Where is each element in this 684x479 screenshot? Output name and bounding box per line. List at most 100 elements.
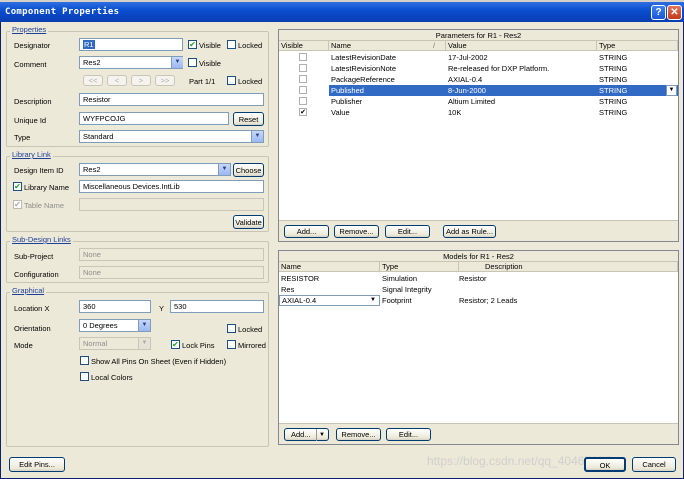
- param-visible-checkbox[interactable]: [299, 53, 307, 61]
- param-name: LatestRevisionDate: [331, 53, 397, 62]
- type-label: Type: [14, 133, 31, 142]
- comment-dropdown-icon[interactable]: ▼: [171, 57, 183, 68]
- sort-indicator-icon: /: [433, 41, 436, 50]
- comment-visible-label: Visible: [199, 59, 221, 68]
- model-col-description[interactable]: Description: [459, 262, 678, 272]
- graphical-section-title: Graphical: [10, 286, 47, 295]
- param-visible-checkbox[interactable]: [299, 64, 307, 72]
- library-link-section-title: Library Link: [10, 150, 53, 159]
- chevron-down-icon[interactable]: ▼: [316, 429, 325, 441]
- library-name-input[interactable]: Miscellaneous Devices.IntLib: [79, 180, 264, 193]
- designator-input[interactable]: R1: [79, 38, 183, 51]
- next-part-button[interactable]: >: [131, 75, 151, 86]
- comment-label: Comment: [14, 60, 47, 69]
- param-col-type[interactable]: Type: [597, 41, 678, 51]
- part-locked-label: Locked: [238, 77, 263, 86]
- design-item-dropdown-icon[interactable]: ▼: [218, 164, 230, 175]
- param-visible-checkbox[interactable]: [299, 86, 307, 94]
- designator-label: Designator: [14, 41, 51, 50]
- mode-dropdown-icon[interactable]: ▼: [138, 338, 150, 349]
- table-row[interactable]: AXIAL-0.4 ▼ Footprint Resistor; 2 Leads: [279, 295, 678, 306]
- table-row[interactable]: LatestRevisionDate 17-Jul-2002 STRING: [279, 52, 678, 63]
- unique-id-input[interactable]: WYFPCOJG: [79, 112, 229, 125]
- table-name-input[interactable]: [79, 198, 264, 211]
- designator-locked-checkbox[interactable]: [227, 40, 236, 49]
- model-col-type[interactable]: Type: [380, 262, 459, 272]
- param-remove-button[interactable]: Remove...: [334, 225, 379, 238]
- model-name-combo[interactable]: AXIAL-0.4 ▼: [279, 295, 380, 306]
- model-col-name[interactable]: Name: [279, 262, 380, 272]
- first-part-button[interactable]: <<: [83, 75, 103, 86]
- validate-button[interactable]: Validate: [233, 215, 264, 229]
- table-name-checkbox[interactable]: ✔: [13, 200, 22, 209]
- model-type: Signal Integrity: [382, 285, 432, 294]
- design-item-id-combo[interactable]: Res2: [79, 163, 231, 176]
- ok-button[interactable]: OK: [584, 457, 626, 472]
- description-input[interactable]: Resistor: [79, 93, 264, 106]
- models-panel: Models for R1 - Res2 Name Type ▽ Descrip…: [278, 250, 679, 445]
- param-edit-button[interactable]: Edit...: [385, 225, 430, 238]
- param-col-visible[interactable]: Visible: [279, 41, 329, 51]
- choose-button[interactable]: Choose: [233, 163, 264, 177]
- param-col-value[interactable]: Value: [446, 41, 597, 51]
- sub-project-input[interactable]: None: [79, 248, 264, 261]
- type-combo[interactable]: Standard: [79, 130, 264, 143]
- param-visible-checkbox[interactable]: [299, 75, 307, 83]
- designator-visible-checkbox[interactable]: ✔: [188, 40, 197, 49]
- library-name-checkbox[interactable]: ✔: [13, 182, 22, 191]
- mirrored-checkbox[interactable]: [227, 340, 236, 349]
- parameters-panel: Parameters for R1 - Res2 Visible Name / …: [278, 29, 679, 242]
- model-add-button[interactable]: Add... ▼: [284, 428, 329, 441]
- model-add-label: Add...: [291, 430, 311, 439]
- param-visible-checkbox[interactable]: [299, 97, 307, 105]
- part-locked-checkbox[interactable]: [227, 76, 236, 85]
- model-remove-button[interactable]: Remove...: [336, 428, 381, 441]
- param-add-button[interactable]: Add...: [284, 225, 329, 238]
- table-row[interactable]: PackageReference AXIAL-0.4 STRING: [279, 74, 678, 85]
- model-dropdown-icon[interactable]: ▼: [370, 296, 376, 305]
- param-visible-checkbox[interactable]: ✔: [299, 108, 307, 116]
- parameters-button-bar: Add... Remove... Edit... Add as Rule...: [279, 220, 678, 241]
- table-row[interactable]: LatestRevisionNote Re-released for DXP P…: [279, 63, 678, 74]
- location-y-input[interactable]: 530: [170, 300, 264, 313]
- title-bar[interactable]: Component Properties ? ✕: [0, 2, 684, 22]
- table-row[interactable]: RESISTOR Simulation Resistor: [279, 273, 678, 284]
- prev-part-button[interactable]: <: [107, 75, 127, 86]
- last-part-button[interactable]: >>: [155, 75, 175, 86]
- param-value: 10K: [448, 108, 462, 117]
- model-description: Resistor: [459, 274, 487, 283]
- orientation-locked-checkbox[interactable]: [227, 324, 236, 333]
- configuration-input[interactable]: None: [79, 266, 264, 279]
- add-as-rule-button[interactable]: Add as Rule...: [443, 225, 496, 238]
- close-button[interactable]: ✕: [667, 5, 682, 20]
- table-row[interactable]: Publisher Altium Limited STRING: [279, 96, 678, 107]
- table-row[interactable]: ✔ Value 10K STRING: [279, 107, 678, 118]
- cancel-button[interactable]: Cancel: [632, 457, 676, 472]
- model-name: AXIAL-0.4: [282, 296, 317, 305]
- reset-button[interactable]: Reset: [233, 112, 264, 126]
- orientation-dropdown-icon[interactable]: ▼: [138, 320, 150, 331]
- comment-combo[interactable]: Res2: [79, 56, 183, 69]
- designator-locked-label: Locked: [238, 41, 263, 50]
- param-value: AXIAL-0.4: [448, 75, 483, 84]
- model-type: Footprint: [382, 296, 412, 305]
- help-button[interactable]: ?: [651, 5, 666, 20]
- type-dropdown-icon[interactable]: ▼: [666, 85, 677, 96]
- type-dropdown-icon[interactable]: ▼: [251, 131, 263, 142]
- lock-pins-checkbox[interactable]: ✔: [171, 340, 180, 349]
- edit-pins-button[interactable]: Edit Pins...: [9, 457, 65, 472]
- location-x-input[interactable]: 360: [79, 300, 151, 313]
- param-value: Re-released for DXP Platform.: [448, 64, 550, 73]
- comment-visible-checkbox[interactable]: [188, 58, 197, 67]
- table-row[interactable]: Published 8-Jun-2000 STRING ▼: [279, 85, 678, 96]
- models-button-bar: Add... ▼ Remove... Edit...: [279, 423, 678, 444]
- orientation-locked-label: Locked: [238, 325, 263, 334]
- table-row[interactable]: Res Signal Integrity: [279, 284, 678, 295]
- graphical-group: [6, 292, 269, 447]
- local-colors-checkbox[interactable]: [80, 372, 89, 381]
- param-col-name[interactable]: Name: [329, 41, 446, 51]
- sub-project-label: Sub-Project: [14, 252, 54, 261]
- show-all-pins-checkbox[interactable]: [80, 356, 89, 365]
- mirrored-label: Mirrored: [238, 341, 266, 350]
- model-edit-button[interactable]: Edit...: [386, 428, 431, 441]
